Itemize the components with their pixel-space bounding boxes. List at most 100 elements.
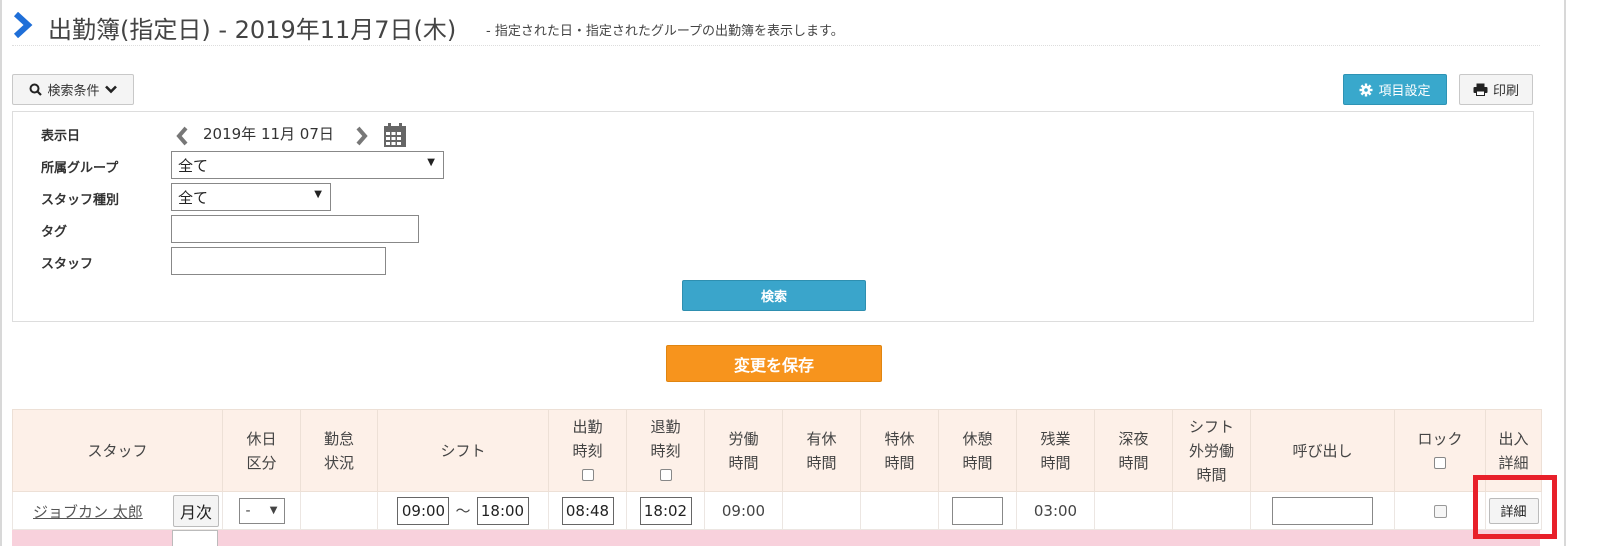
work-hours-cell: 09:00 bbox=[704, 491, 783, 530]
header-text: 時間 bbox=[962, 453, 993, 472]
clock-out-input[interactable]: 18:02 bbox=[639, 496, 692, 525]
break-input[interactable] bbox=[952, 496, 1003, 525]
header-text: 労働 bbox=[728, 429, 759, 448]
lock-all-checkbox[interactable] bbox=[1434, 457, 1446, 469]
clock-in-all-checkbox[interactable] bbox=[581, 469, 594, 481]
header-callout: 呼び出し bbox=[1250, 409, 1395, 492]
header-late-night: 深夜 時間 bbox=[1094, 409, 1173, 492]
header-off-shift-work: シフト 外労働 時間 bbox=[1172, 409, 1251, 492]
attendance-status-cell bbox=[300, 491, 378, 530]
header-holiday-type: 休日 区分 bbox=[222, 409, 301, 492]
page-title: 出勤簿(指定日) - 2019年11月7日(木) bbox=[48, 16, 457, 44]
header-work-hours: 労働 時間 bbox=[704, 409, 783, 492]
group-label: 所属グループ bbox=[41, 161, 119, 176]
page-subtitle: - 指定された日・指定されたグループの出勤簿を表示します。 bbox=[486, 24, 844, 39]
header-lock: ロック bbox=[1394, 409, 1486, 492]
search-icon bbox=[29, 83, 43, 96]
late-night-cell bbox=[1094, 491, 1173, 530]
search-conditions-panel: 表示日 2019年 11月 07日 所属グループ 全て ▼ スタッフ種別 全て … bbox=[12, 111, 1534, 322]
staff-type-label: スタッフ種別 bbox=[41, 193, 120, 208]
callout-input[interactable] bbox=[1272, 496, 1373, 525]
monthly-button[interactable]: 月次 bbox=[173, 495, 219, 527]
header-text: 出入 bbox=[1498, 429, 1529, 448]
header-special-leave: 特休 時間 bbox=[860, 409, 939, 492]
paid-leave-cell bbox=[782, 491, 861, 530]
staff-cell: ジョブカン 太郎 月次 bbox=[12, 491, 223, 530]
header-staff: スタッフ bbox=[12, 409, 223, 492]
column-settings-label: 項目設定 bbox=[1378, 84, 1431, 99]
header-text: 区分 bbox=[246, 453, 277, 472]
staff-input[interactable] bbox=[171, 247, 386, 275]
search-button[interactable]: 検索 bbox=[682, 280, 866, 311]
access-detail-cell: 詳細 bbox=[1485, 491, 1542, 530]
table-row: ジョブカン 太郎 月次 - ▼ 09:00 ～ 18:00 08:48 18:02 0… bbox=[12, 491, 1542, 530]
header-text: 詳細 bbox=[1498, 453, 1529, 472]
clock-out-all-checkbox[interactable] bbox=[659, 469, 672, 481]
clock-out-cell: 18:02 bbox=[626, 491, 705, 530]
column-settings-button[interactable]: 項目設定 bbox=[1343, 74, 1447, 105]
print-button[interactable]: 印刷 bbox=[1459, 74, 1533, 105]
next-row-partial bbox=[12, 530, 1540, 546]
calendar-icon[interactable] bbox=[383, 122, 407, 148]
header-text: 時間 bbox=[1196, 465, 1227, 484]
header-text: 休憩 bbox=[962, 429, 993, 448]
holiday-type-cell: - ▼ bbox=[222, 491, 301, 530]
lock-checkbox[interactable] bbox=[1433, 504, 1447, 518]
next-day-icon[interactable] bbox=[355, 125, 369, 147]
next-row-monthly-button-partial[interactable] bbox=[172, 530, 218, 546]
overtime-cell: 03:00 bbox=[1016, 491, 1095, 530]
save-changes-button[interactable]: 変更を保存 bbox=[666, 345, 882, 382]
window-right-border bbox=[1564, 0, 1566, 546]
header-text: 時刻 bbox=[572, 441, 603, 460]
header-text: 時間 bbox=[1118, 453, 1149, 472]
header-break: 休憩 時間 bbox=[938, 409, 1017, 492]
tag-input[interactable] bbox=[171, 215, 419, 243]
header-text: 時間 bbox=[1040, 453, 1071, 472]
header-clock-in: 出勤 時刻 bbox=[548, 409, 627, 492]
header-text: 時間 bbox=[884, 453, 915, 472]
clock-in-input[interactable]: 08:48 bbox=[561, 496, 614, 525]
header-text: 勤怠 bbox=[323, 429, 354, 448]
display-date-value: 2019年 11月 07日 bbox=[203, 125, 334, 143]
clock-in-cell: 08:48 bbox=[548, 491, 627, 530]
header-text: 時刻 bbox=[650, 441, 681, 460]
shift-end-input[interactable]: 18:00 bbox=[476, 496, 529, 525]
header-text: 出勤 bbox=[572, 417, 603, 436]
search-conditions-button[interactable]: 検索条件 bbox=[12, 74, 134, 105]
header-text: 呼び出し bbox=[1292, 441, 1353, 460]
header-staff-text: スタッフ bbox=[87, 441, 148, 460]
shift-start-input[interactable]: 09:00 bbox=[397, 496, 450, 525]
tag-label: タグ bbox=[41, 225, 68, 240]
shift-cell: 09:00 ～ 18:00 bbox=[377, 491, 549, 530]
detail-button[interactable]: 詳細 bbox=[1488, 497, 1539, 524]
header-text: 有休 bbox=[806, 429, 837, 448]
table-header-row: スタッフ 休日 区分 勤怠 状況 シフト 出勤 時刻 退勤 時刻 労働 時間 有休 時間 特… bbox=[12, 409, 1542, 492]
staff-name-link[interactable]: ジョブカン 太郎 bbox=[33, 501, 143, 522]
window-left-border bbox=[0, 0, 2, 546]
dropdown-arrow-icon: ▼ bbox=[427, 157, 435, 168]
header-text: 休日 bbox=[246, 429, 277, 448]
header-text: 特休 bbox=[884, 429, 915, 448]
staff-type-select[interactable]: 全て ▼ bbox=[171, 183, 331, 211]
header-text: 時間 bbox=[806, 453, 837, 472]
print-label: 印刷 bbox=[1492, 84, 1519, 99]
off-shift-work-cell bbox=[1172, 491, 1251, 530]
header-clock-out: 退勤 時刻 bbox=[626, 409, 705, 492]
lock-cell bbox=[1394, 491, 1486, 530]
callout-cell bbox=[1250, 491, 1395, 530]
header-text: 時間 bbox=[728, 453, 759, 472]
special-leave-cell bbox=[860, 491, 939, 530]
holiday-type-select[interactable]: - ▼ bbox=[238, 497, 285, 524]
header-text: シフト bbox=[1188, 417, 1234, 436]
header-overtime: 残業 時間 bbox=[1016, 409, 1095, 492]
dropdown-arrow-icon: ▼ bbox=[269, 504, 278, 516]
shift-separator: ～ bbox=[455, 501, 471, 520]
dropdown-arrow-icon: ▼ bbox=[314, 189, 322, 200]
staff-label: スタッフ bbox=[41, 257, 94, 272]
page-header: 出勤簿(指定日) - 2019年11月7日(木) - 指定された日・指定されたグ… bbox=[12, 8, 1540, 46]
header-text: 外労働 bbox=[1188, 441, 1234, 460]
group-select[interactable]: 全て ▼ bbox=[171, 151, 444, 179]
gear-icon bbox=[1359, 83, 1373, 96]
previous-day-icon[interactable] bbox=[175, 125, 189, 147]
header-text: ロック bbox=[1417, 429, 1463, 448]
